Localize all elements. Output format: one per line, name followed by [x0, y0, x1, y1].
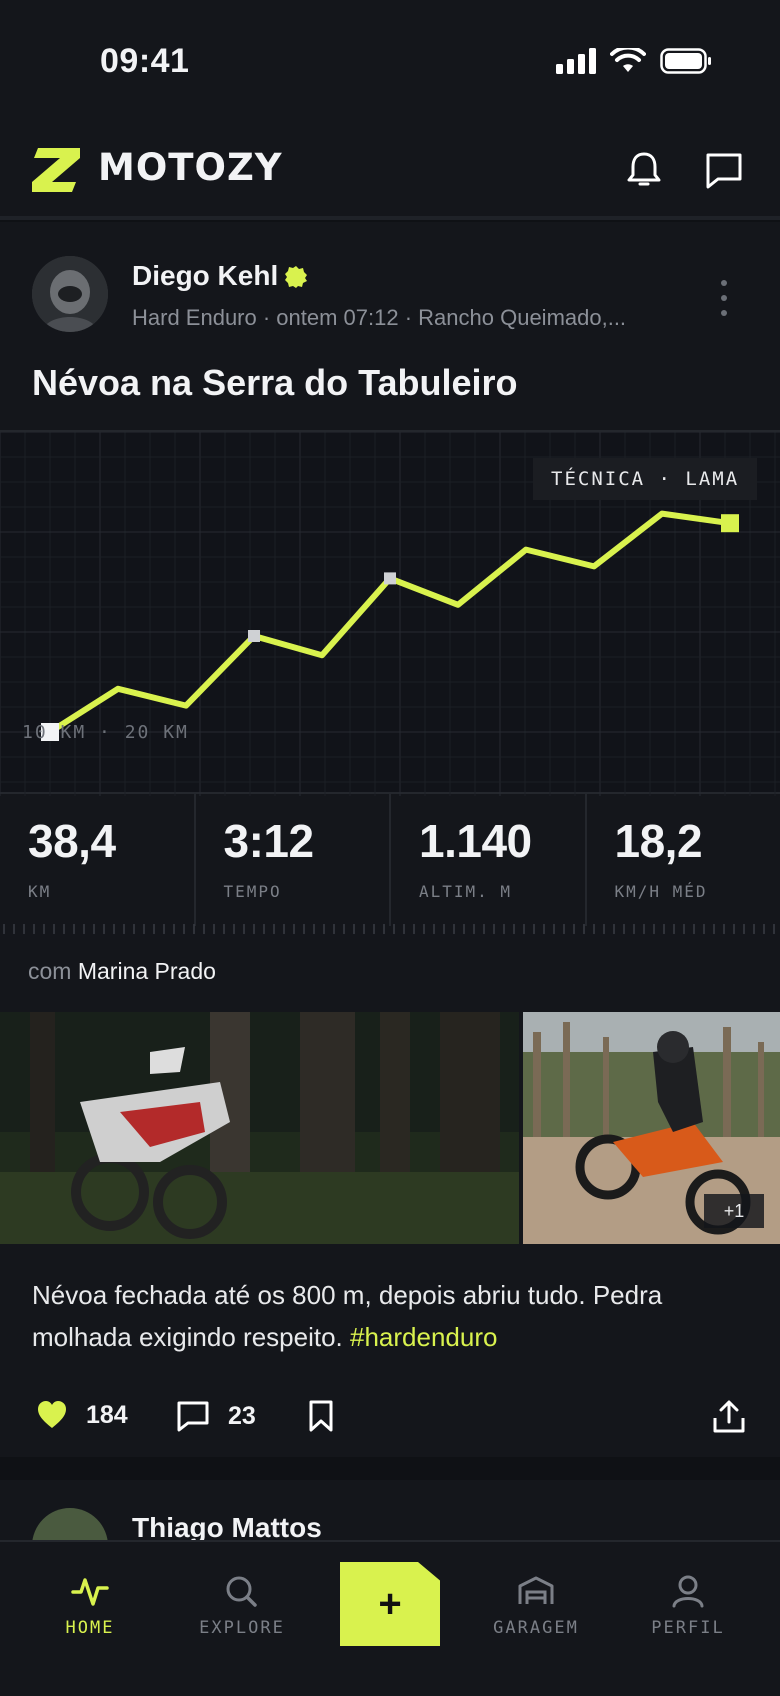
user-icon — [672, 1575, 704, 1608]
stat-label: KM/H MÉD — [614, 882, 708, 901]
stat-label: TEMPO — [223, 882, 282, 901]
more-options-button[interactable] — [712, 280, 736, 316]
garage-icon — [518, 1576, 554, 1604]
notifications-button[interactable] — [620, 146, 668, 194]
bottom-nav: HOME EXPLORE + GARAGEM PERFIL — [0, 1540, 780, 1696]
photo-image — [0, 1012, 519, 1244]
wifi-icon — [610, 48, 646, 72]
photo-wheelie[interactable]: +1 — [523, 1012, 780, 1244]
stat-label: ALTIM. M — [419, 882, 513, 901]
photo-forest-bike[interactable] — [0, 1012, 519, 1244]
stats-row: 38,4 KM 3:12 TEMPO 1.140 ALTIM. M 18,2 K… — [0, 794, 780, 926]
more-dot-icon — [721, 280, 727, 286]
comment-count: 23 — [228, 1401, 256, 1430]
nav-label: EXPLORE — [199, 1618, 285, 1638]
activity-post: Diego Kehl Hard Enduro · ontem 07:12 · R… — [0, 222, 780, 1457]
next-author-avatar[interactable] — [32, 1508, 108, 1540]
stat-avg-speed: 18,2 KM/H MÉD — [587, 794, 780, 926]
hashtag-link[interactable]: #hardenduro — [350, 1322, 497, 1352]
author-name[interactable]: Diego Kehl — [132, 260, 278, 292]
stat-time: 3:12 TEMPO — [196, 794, 391, 926]
share-button[interactable] — [712, 1400, 746, 1434]
stat-value: 18,2 — [614, 815, 703, 867]
stat-elevation: 1.140 ALTIM. M — [391, 794, 587, 926]
share-icon — [713, 1400, 745, 1433]
search-icon — [226, 1576, 257, 1607]
status-bar: 09:41 — [0, 0, 780, 120]
stat-value: 3:12 — [223, 815, 315, 867]
route-chart[interactable]: TÉCNICA · LAMA 10 KM · 20 KM — [0, 430, 780, 796]
app-header: MOTOZY — [0, 120, 780, 220]
chart-tag: TÉCNICA · LAMA — [533, 458, 758, 500]
nav-garage[interactable]: GARAGEM — [476, 1574, 596, 1638]
companion-prefix: com — [28, 958, 72, 984]
bookmark-icon — [309, 1400, 333, 1432]
more-photos-badge[interactable]: +1 — [704, 1194, 764, 1228]
companion-name[interactable]: Marina Prado — [78, 958, 216, 984]
status-icons — [556, 48, 712, 74]
new-activity-button[interactable]: + — [340, 1562, 440, 1646]
bell-icon — [627, 152, 661, 186]
stat-value: 1.140 — [419, 815, 532, 867]
chart-waypoint-marker — [248, 630, 260, 642]
nav-label: HOME — [65, 1618, 115, 1638]
photo-gallery: +1 — [0, 1012, 780, 1244]
status-time: 09:41 — [100, 42, 190, 80]
comment-button[interactable]: 23 — [176, 1400, 256, 1432]
chart-line — [47, 510, 733, 735]
nav-label: PERFIL — [651, 1618, 725, 1638]
verified-icon — [285, 266, 307, 288]
stat-label: KM — [28, 882, 52, 901]
like-button[interactable]: 184 — [36, 1400, 128, 1430]
ruler-divider — [3, 924, 775, 934]
companion-line: com Marina Prado — [28, 958, 216, 985]
next-post[interactable]: Thiago Mattos — [0, 1480, 780, 1540]
caption-text: Névoa fechada até os 800 m, depois abriu… — [32, 1280, 663, 1352]
signal-icon — [556, 48, 596, 74]
save-button[interactable] — [308, 1400, 334, 1432]
avatar-image — [32, 256, 108, 332]
nav-profile[interactable]: PERFIL — [628, 1574, 748, 1638]
chart-waypoint-marker — [384, 572, 396, 585]
post-caption: Névoa fechada até os 800 m, depois abriu… — [32, 1274, 748, 1358]
nav-label: GARAGEM — [493, 1618, 579, 1638]
nav-explore[interactable]: EXPLORE — [182, 1574, 302, 1638]
chart-end-marker — [721, 514, 739, 533]
stat-value: 38,4 — [28, 815, 116, 867]
brand-name: MOTOZY — [98, 146, 283, 189]
battery-icon — [660, 48, 711, 74]
author-avatar[interactable] — [32, 256, 108, 332]
activity-icon — [71, 1578, 109, 1606]
more-dot-icon — [721, 310, 727, 316]
heart-icon — [38, 1401, 66, 1428]
post-actions: 184 23 — [0, 1400, 780, 1456]
next-author-name[interactable]: Thiago Mattos — [132, 1512, 322, 1540]
chart-scale: 10 KM · 20 KM — [22, 722, 189, 743]
more-dot-icon — [721, 295, 727, 301]
messages-button[interactable] — [700, 146, 748, 194]
chat-icon — [706, 153, 742, 189]
nav-home[interactable]: HOME — [30, 1574, 150, 1638]
logo-icon — [32, 148, 80, 192]
post-title[interactable]: Névoa na Serra do Tabuleiro — [32, 362, 517, 404]
stat-distance: 38,4 KM — [0, 794, 196, 926]
post-meta: Hard Enduro · ontem 07:12 · Rancho Queim… — [132, 305, 627, 330]
comment-icon — [177, 1401, 209, 1432]
like-count: 184 — [86, 1400, 128, 1429]
